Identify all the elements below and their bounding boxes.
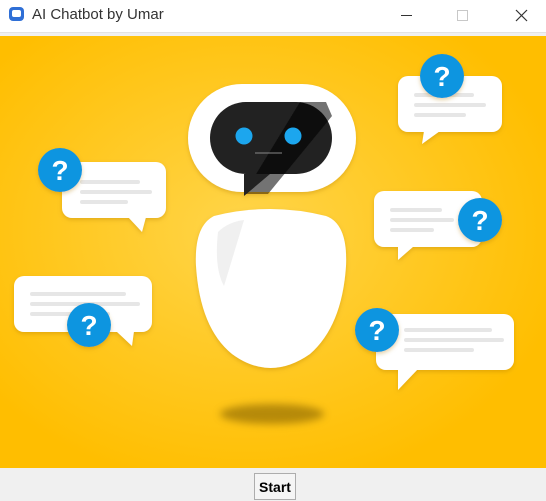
- question-icon: ?: [458, 198, 502, 242]
- question-icon: ?: [355, 308, 399, 352]
- minimize-icon: [401, 15, 412, 16]
- close-icon: [515, 9, 528, 22]
- chatbot-illustration: ? ? ? ? ?: [0, 36, 546, 468]
- svg-text:?: ?: [433, 61, 450, 92]
- window-title: AI Chatbot by Umar: [32, 6, 164, 23]
- close-button[interactable]: [497, 0, 543, 32]
- question-icon: ?: [420, 54, 464, 98]
- svg-text:?: ?: [51, 155, 68, 186]
- robot-head: [188, 84, 356, 196]
- start-button[interactable]: Start: [254, 473, 296, 500]
- svg-text:?: ?: [80, 310, 97, 341]
- app-window: AI Chatbot by Umar ? ? ? ? ? Start: [0, 0, 546, 501]
- svg-text:?: ?: [368, 315, 385, 346]
- question-icon: ?: [67, 303, 111, 347]
- chat-bubble-icon: [8, 6, 25, 23]
- minimize-button[interactable]: [383, 0, 429, 32]
- robot-shadow: [220, 404, 324, 424]
- maximize-icon: [457, 10, 468, 21]
- svg-text:?: ?: [471, 205, 488, 236]
- title-bar[interactable]: AI Chatbot by Umar: [0, 0, 546, 33]
- maximize-button[interactable]: [439, 0, 485, 32]
- question-icon: ?: [38, 148, 82, 192]
